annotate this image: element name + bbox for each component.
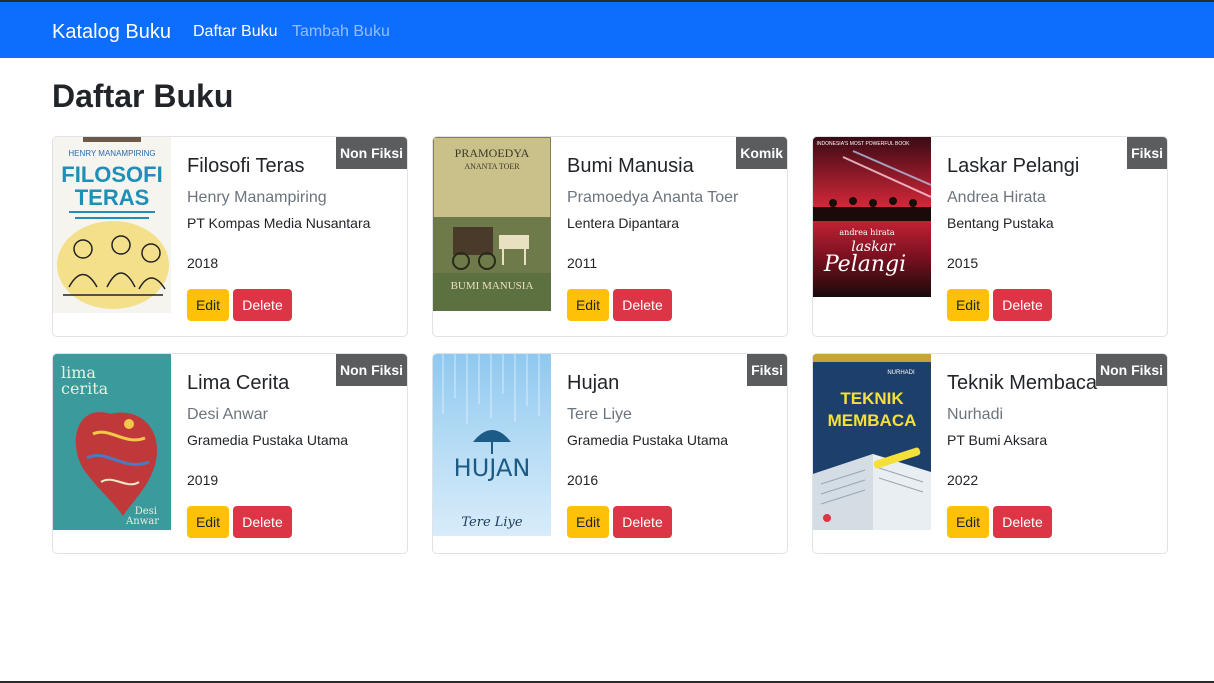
navbar: Katalog Buku Daftar Buku Tambah Buku <box>0 0 1214 58</box>
book-author: Andrea Hirata <box>947 189 1046 206</box>
brand-link[interactable]: Katalog Buku <box>52 20 171 44</box>
cover-text: ANANTA TOER <box>464 162 520 171</box>
book-title: Lima Cerita <box>187 372 290 394</box>
cover-text: cerita <box>61 379 109 398</box>
book-publisher: Gramedia Pustaka Utama <box>567 432 729 448</box>
delete-button[interactable]: Delete <box>613 289 672 321</box>
book-title: Hujan <box>567 372 620 394</box>
book-author: Pramoedya Ananta Toer <box>567 189 739 206</box>
cover-text: TERAS <box>75 185 150 210</box>
book-year: 2015 <box>947 255 979 271</box>
book-card: HENRY MANAMPIRING FILOSOFI TERAS Non Fik… <box>52 136 408 337</box>
cover-text: NURHADI <box>887 370 915 376</box>
book-year: 2022 <box>947 472 979 488</box>
cover-text: HENRY MANAMPIRING <box>68 149 155 158</box>
cover-text: INDONESIA'S MOST POWERFUL BOOK <box>817 141 911 147</box>
book-year: 2018 <box>187 255 219 271</box>
cover-text: TEKNIK <box>840 389 904 408</box>
book-publisher: PT Kompas Media Nusantara <box>187 215 371 231</box>
category-badge: Non Fiksi <box>335 137 407 169</box>
book-author: Henry Manampiring <box>187 189 327 206</box>
book-author: Nurhadi <box>947 406 1004 423</box>
delete-button[interactable]: Delete <box>613 506 672 538</box>
edit-button[interactable]: Edit <box>187 289 229 321</box>
book-card: lima cerita Desi Anwar Non Fiksi Lima Ce… <box>52 353 408 554</box>
book-cover-image: HUJAN Tere Liye <box>433 354 551 536</box>
edit-button[interactable]: Edit <box>187 506 229 538</box>
book-title: Laskar Pelangi <box>947 155 1080 177</box>
edit-button[interactable]: Edit <box>567 289 609 321</box>
book-author: Tere Liye <box>567 406 632 423</box>
book-publisher: PT Bumi Aksara <box>947 432 1048 448</box>
book-publisher: Lentera Dipantara <box>567 215 680 231</box>
book-publisher: Gramedia Pustaka Utama <box>187 432 349 448</box>
delete-button[interactable]: Delete <box>993 506 1052 538</box>
cover-text: MEMBACA <box>828 411 917 430</box>
nav-daftar-buku[interactable]: Daftar Buku <box>193 22 277 42</box>
book-title: Filosofi Teras <box>187 155 305 177</box>
book-author: Desi Anwar <box>187 406 268 423</box>
book-cover-image: HENRY MANAMPIRING FILOSOFI TERAS <box>53 137 171 313</box>
book-cover-image: INDONESIA'S MOST POWERFUL BOOK andrea hi… <box>813 137 931 297</box>
category-badge: Komik <box>736 137 787 169</box>
book-cover-image: PRAMOEDYA ANANTA TOER BUMI MANUSIA <box>433 137 551 311</box>
category-badge: Non Fiksi <box>335 354 407 386</box>
book-card: INDONESIA'S MOST POWERFUL BOOK andrea hi… <box>812 136 1168 337</box>
book-publisher: Bentang Pustaka <box>947 215 1054 231</box>
page-title: Daftar Buku <box>52 78 234 114</box>
edit-button[interactable]: Edit <box>947 289 989 321</box>
book-card: HUJAN Tere Liye Fiksi Hujan Tere Liye Gr… <box>432 353 788 554</box>
book-year: 2011 <box>567 255 598 271</box>
cover-text: PRAMOEDYA <box>455 146 530 160</box>
category-badge: Fiksi <box>1127 137 1167 169</box>
delete-button[interactable]: Delete <box>233 506 292 538</box>
cover-text: Tere Liye <box>461 515 523 530</box>
book-year: 2019 <box>187 472 219 488</box>
category-badge: Fiksi <box>747 354 787 386</box>
cover-text: FILOSOFI <box>61 162 162 187</box>
book-title: Bumi Manusia <box>567 155 694 177</box>
book-cover-image: lima cerita Desi Anwar <box>53 354 171 530</box>
cover-text: BUMI MANUSIA <box>451 280 534 292</box>
cover-text: Pelangi <box>823 252 906 277</box>
nav-tambah-buku[interactable]: Tambah Buku <box>292 22 390 42</box>
book-card: NURHADI TEKNIK MEMBACA Non Fiksi Teknik … <box>812 353 1168 554</box>
delete-button[interactable]: Delete <box>993 289 1052 321</box>
book-year: 2016 <box>567 472 599 488</box>
edit-button[interactable]: Edit <box>567 506 609 538</box>
cover-text: Anwar <box>125 516 159 527</box>
book-card: PRAMOEDYA ANANTA TOER BUMI MANUSIA Komik… <box>432 136 788 337</box>
edit-button[interactable]: Edit <box>947 506 989 538</box>
book-cover-image: NURHADI TEKNIK MEMBACA <box>813 354 931 530</box>
category-badge: Non Fiksi <box>1095 354 1167 386</box>
cover-text: andrea hirata <box>839 228 894 237</box>
book-title: Teknik Membaca <box>947 372 1098 394</box>
cover-text: HUJAN <box>454 454 531 482</box>
delete-button[interactable]: Delete <box>233 289 292 321</box>
